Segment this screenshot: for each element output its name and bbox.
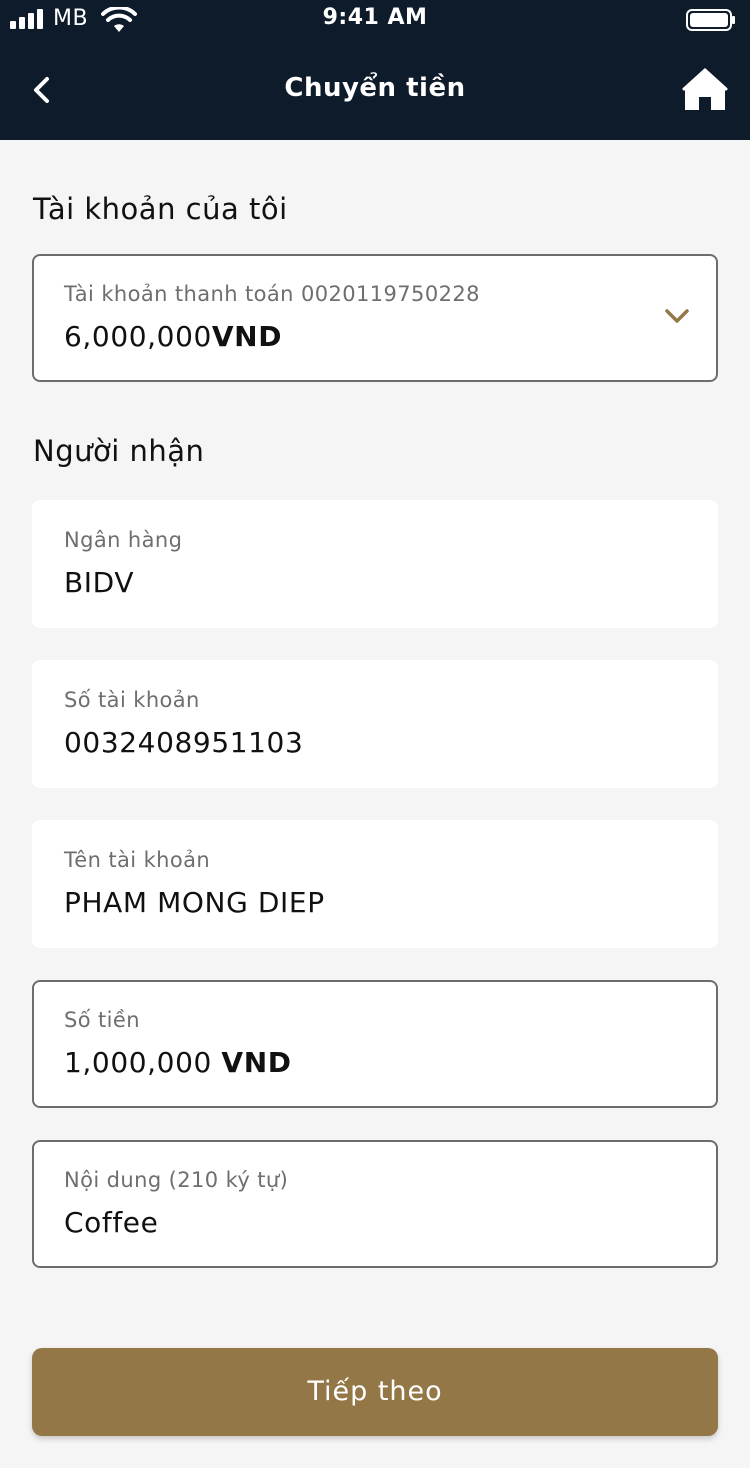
amount-currency: VND [221,1046,292,1079]
balance-currency: VND [211,320,283,353]
source-account-dropdown[interactable]: Tài khoản thanh toán 0020119750228 6,000… [32,254,718,382]
recipient-section-title: Người nhận [33,434,205,468]
account-number-field[interactable]: Số tài khoản 0032408951103 [32,660,718,788]
bank-value: BIDV [64,566,135,599]
top-bar: MB 9:41 AM Chuyển tiền [0,0,750,140]
account-number-value: 0032408951103 [64,726,304,759]
account-number-label: Số tài khoản [64,688,200,712]
status-bar: MB 9:41 AM [0,0,750,40]
battery-icon [686,9,735,31]
my-account-section-title: Tài khoản của tôi [33,192,288,226]
amount-number: 1,000,000 [64,1046,212,1079]
page-title: Chuyển tiền [284,73,466,103]
source-account-balance: 6,000,000VND [64,320,282,353]
home-icon[interactable] [682,67,728,113]
status-time: 9:41 AM [322,5,428,30]
bank-field[interactable]: Ngân hàng BIDV [32,500,718,628]
amount-value: 1,000,000 VND [64,1046,292,1079]
account-name-value: PHAM MONG DIEP [64,886,325,919]
next-button[interactable]: Tiếp theo [32,1348,718,1436]
note-input[interactable]: Nội dung (210 ký tự) Coffee [32,1140,718,1268]
source-account-label: Tài khoản thanh toán 0020119750228 [64,282,480,306]
balance-amount: 6,000,000 [64,320,212,353]
chevron-down-icon[interactable] [664,306,690,326]
account-name-label: Tên tài khoản [64,848,211,872]
bank-label: Ngân hàng [64,528,183,552]
note-label: Nội dung (210 ký tự) [64,1168,289,1192]
note-value: Coffee [64,1206,159,1239]
account-name-field[interactable]: Tên tài khoản PHAM MONG DIEP [32,820,718,948]
amount-input[interactable]: Số tiền 1,000,000 VND [32,980,718,1108]
amount-label: Số tiền [64,1008,140,1032]
